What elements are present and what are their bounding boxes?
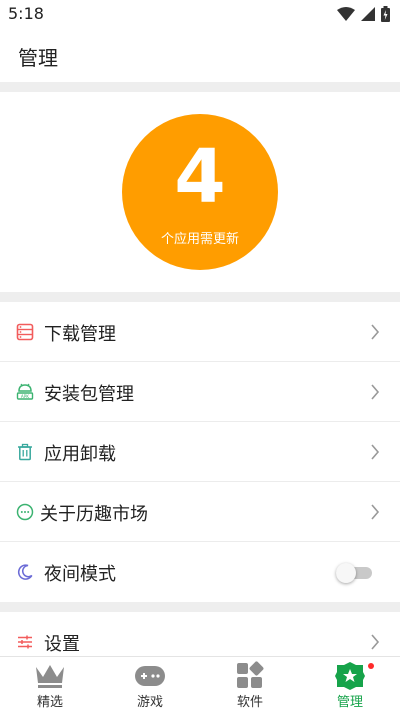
tab-label: 管理 — [336, 695, 363, 710]
menu-item-download-manager[interactable]: 下载管理 — [0, 302, 400, 362]
chevron-right-icon — [371, 444, 380, 460]
page-title: 管理 — [18, 46, 58, 70]
status-bar: 5:18 — [0, 0, 400, 28]
update-label: 个应用需更新 — [160, 232, 239, 247]
signal-icon — [361, 7, 375, 21]
notification-badge — [368, 663, 374, 669]
tab-label: 精选 — [36, 695, 63, 710]
apps-grid-icon — [237, 661, 264, 688]
tab-software[interactable]: 软件 — [200, 657, 300, 710]
menu-item-label: 关于历趣市场 — [40, 504, 148, 525]
toggle-knob — [336, 563, 356, 583]
tab-featured[interactable]: 精选 — [0, 657, 100, 710]
crown-icon — [36, 665, 64, 688]
tab-label: 游戏 — [136, 695, 163, 710]
gamepad-icon — [135, 666, 165, 686]
chevron-right-icon — [371, 504, 380, 520]
menu-item-label: 安装包管理 — [44, 384, 134, 405]
tab-manage[interactable]: 管理 — [300, 657, 400, 710]
menu-item-apk-manager[interactable]: APK 安装包管理 — [0, 362, 400, 422]
menu-item-about[interactable]: 关于历趣市场 — [0, 482, 400, 542]
update-count: 4 — [174, 134, 226, 220]
menu-item-label: 夜间模式 — [44, 564, 116, 585]
moon-icon — [17, 564, 33, 580]
sliders-icon — [18, 635, 32, 649]
menu-item-label: 下载管理 — [44, 324, 116, 345]
menu-item-label: 设置 — [44, 634, 80, 655]
wifi-icon — [337, 7, 355, 21]
menu-item-label: 应用卸载 — [44, 444, 116, 465]
menu-item-uninstall[interactable]: 应用卸载 — [0, 422, 400, 482]
section-divider — [0, 82, 400, 92]
chevron-right-icon — [371, 384, 380, 400]
status-time: 5:18 — [8, 4, 44, 23]
manage-badge-icon — [335, 662, 365, 690]
apk-android-icon: APK — [16, 383, 34, 400]
download-list-icon — [16, 323, 34, 341]
tab-label: 软件 — [236, 695, 263, 710]
update-hero: 4 个应用需更新 — [0, 92, 400, 292]
update-count-button[interactable]: 4 个应用需更新 — [122, 114, 278, 270]
chevron-right-icon — [371, 324, 380, 340]
section-divider — [0, 292, 400, 302]
trash-icon — [18, 443, 32, 461]
menu-list: 下载管理 APK 安装包管理 应用卸载 关于历趣市场 夜间模式 — [0, 302, 400, 602]
svg-text:APK: APK — [21, 394, 29, 399]
app-bar: 管理 — [0, 28, 400, 82]
menu-item-night-mode: 夜间模式 — [0, 542, 400, 602]
tab-games[interactable]: 游戏 — [100, 657, 200, 710]
battery-icon — [381, 6, 390, 22]
section-divider — [0, 602, 400, 612]
status-icons — [337, 6, 390, 22]
chevron-right-icon — [371, 634, 380, 650]
night-mode-toggle[interactable] — [336, 563, 372, 583]
chat-bubble-icon — [16, 503, 34, 521]
bottom-nav: 精选 游戏 软件 管理 — [0, 656, 400, 710]
